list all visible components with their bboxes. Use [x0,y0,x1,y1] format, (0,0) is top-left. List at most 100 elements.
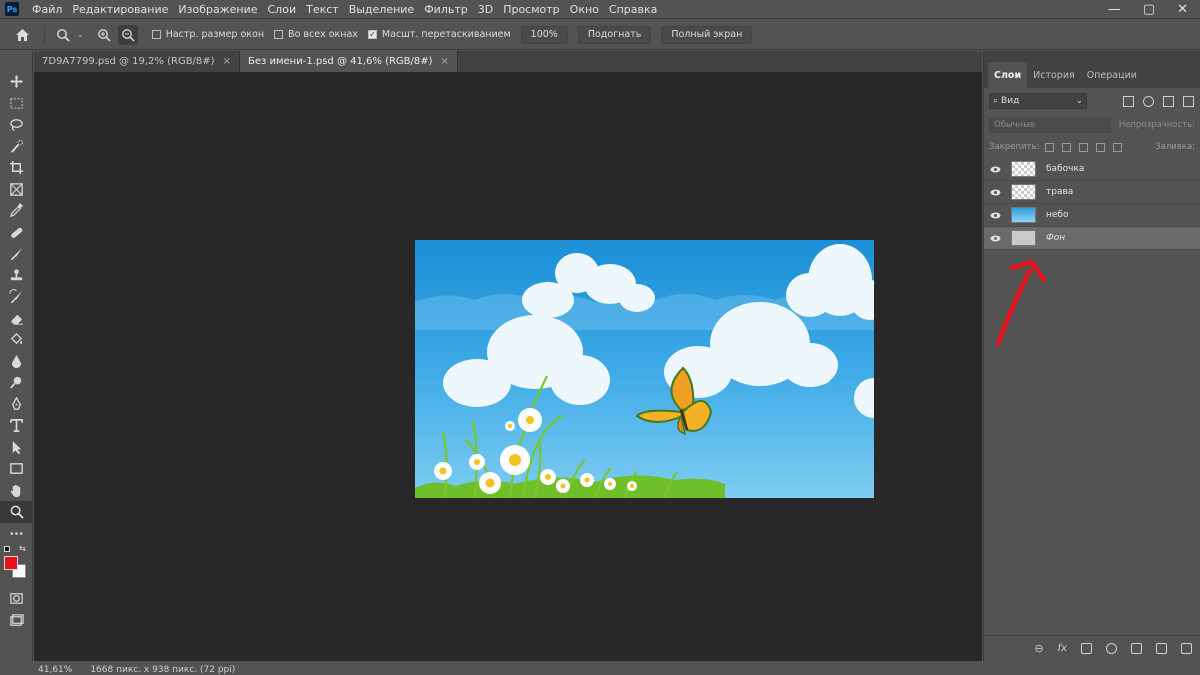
default-colors-icon[interactable] [4,546,10,552]
lock-position-icon[interactable] [1079,142,1089,152]
layer-row-grass[interactable]: трава [984,181,1200,204]
menu-image[interactable]: Изображение [173,0,262,19]
magnifier-icon [57,28,70,42]
hand-tool[interactable] [0,480,33,502]
eye-icon[interactable] [984,166,1006,173]
checkbox-box[interactable] [151,30,161,39]
layer-filter-select[interactable]: ⌕ Вид ⌄ [989,93,1087,109]
lock-transparency-icon[interactable] [1045,142,1055,152]
menu-filter[interactable]: Фильтр [419,0,473,19]
fx-icon[interactable]: fx [1058,643,1067,654]
lock-all-icon[interactable] [1113,142,1123,152]
layer-name[interactable]: трава [1046,187,1073,197]
menu-type[interactable]: Текст [301,0,344,19]
tab-history[interactable]: История [1027,62,1081,88]
layer-name[interactable]: небо [1046,210,1068,220]
link-layers-icon[interactable]: ⊖ [1034,642,1043,655]
type-tool[interactable] [0,415,33,437]
filter-icons [1123,95,1194,107]
quick-mask-button[interactable] [0,588,33,610]
menu-window[interactable]: Окно [565,0,604,19]
fit-screen-button[interactable]: Подогнать [577,25,652,44]
eraser-tool[interactable] [0,308,33,330]
filter-adjustment-icon[interactable] [1143,95,1154,107]
tab-actions[interactable]: Операции [1081,62,1143,88]
menu-file[interactable]: Файл [27,0,67,19]
lock-pixels-icon[interactable] [1062,142,1072,152]
add-mask-icon[interactable] [1081,643,1092,654]
zoom-tool[interactable] [0,501,33,523]
layer-name[interactable]: бабочка [1046,164,1084,174]
menu-select[interactable]: Выделение [344,0,420,19]
new-adjustment-layer-icon[interactable] [1106,643,1117,654]
tab-document-1[interactable]: 7D9A7799.psd @ 19,2% (RGB/8#) × [34,51,240,72]
menu-view[interactable]: Просмотр [498,0,564,19]
menu-help[interactable]: Справка [604,0,662,19]
layer-row-background[interactable]: Фон [984,227,1200,250]
filter-pixel-icon[interactable] [1123,95,1134,107]
layer-row-butterfly[interactable]: бабочка [984,158,1200,181]
zoom-tool-preset-button[interactable] [53,25,73,45]
toolbar-grip[interactable] [0,51,32,71]
minimize-icon[interactable]: — [1108,2,1121,17]
scrubby-zoom-checkbox[interactable]: ✓ Масшт. перетаскиванием [367,29,511,40]
eyedropper-tool[interactable] [0,200,33,222]
move-tool[interactable] [0,71,33,93]
home-button[interactable] [8,21,36,49]
menu-3d[interactable]: 3D [473,0,498,19]
swap-colors-icon[interactable]: ⇆ [19,544,26,553]
zoom-in-button[interactable] [94,25,114,45]
layer-row-sky[interactable]: небо [984,204,1200,227]
close-icon[interactable]: × [223,56,231,67]
tab-layers[interactable]: Слои [988,62,1028,88]
menu-edit[interactable]: Редактирование [67,0,173,19]
zoom-out-button[interactable] [117,24,138,45]
check-icon[interactable]: ✓ [367,30,377,39]
resize-windows-checkbox[interactable]: Настр. размер окон [151,29,264,40]
blur-tool[interactable] [0,351,33,373]
filter-type-icon[interactable] [1163,95,1174,107]
more-tools-button[interactable] [0,523,33,545]
checkbox-box[interactable] [274,30,284,39]
close-icon[interactable]: × [441,56,449,67]
maximize-icon[interactable]: ▢ [1143,2,1155,17]
chevron-down-icon[interactable]: ⌄ [77,30,84,39]
document-workspace[interactable] [34,72,982,661]
marquee-tool[interactable] [0,93,33,115]
eye-icon[interactable] [984,235,1006,242]
eye-icon[interactable] [984,212,1006,219]
document-canvas[interactable] [415,240,874,498]
quick-selection-tool[interactable] [0,136,33,158]
eye-icon[interactable] [984,189,1006,196]
trash-icon[interactable] [1181,643,1192,654]
healing-brush-tool[interactable] [0,222,33,244]
paint-bucket-tool[interactable] [0,329,33,351]
clone-stamp-tool[interactable] [0,265,33,287]
brush-tool[interactable] [0,243,33,265]
pen-tool[interactable] [0,394,33,416]
lasso-tool[interactable] [0,114,33,136]
crop-tool[interactable] [0,157,33,179]
zoom-100-button[interactable]: 100% [520,25,568,44]
new-layer-icon[interactable] [1156,643,1167,654]
path-selection-tool[interactable] [0,437,33,459]
lock-artboard-icon[interactable] [1096,142,1106,152]
all-windows-checkbox[interactable]: Во всех окнах [274,29,358,40]
foreground-color-swatch[interactable] [4,556,18,570]
fill-screen-button[interactable]: Полный экран [661,25,753,44]
filter-shape-icon[interactable] [1183,95,1194,107]
menu-layers[interactable]: Слои [263,0,302,19]
dodge-tool[interactable] [0,372,33,394]
close-icon[interactable]: ✕ [1177,2,1188,17]
blend-mode-select[interactable]: Обычные [989,117,1111,133]
stamp-icon [10,269,23,280]
zoom-in-icon [97,28,111,42]
screen-mode-button[interactable] [0,610,33,632]
layer-name[interactable]: Фон [1046,233,1065,243]
zoom-level[interactable]: 41,61% [38,665,72,675]
tab-document-2[interactable]: Без имени-1.psd @ 41,6% (RGB/8#) × [239,51,458,72]
rectangle-tool[interactable] [0,458,33,480]
new-group-icon[interactable] [1131,643,1142,654]
history-brush-tool[interactable] [0,286,33,308]
frame-tool[interactable] [0,179,33,201]
